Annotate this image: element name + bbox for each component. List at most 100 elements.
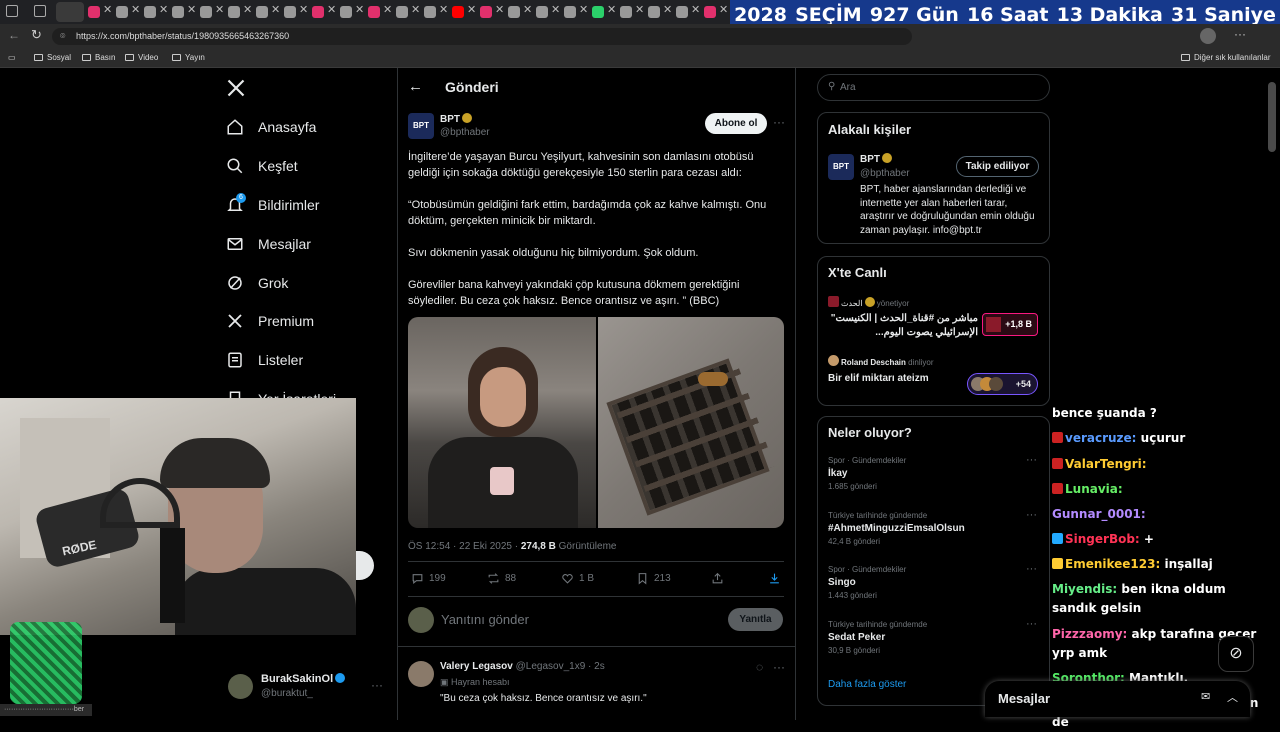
tab-favicon[interactable]	[592, 6, 604, 18]
repost-action[interactable]: 88	[487, 572, 516, 585]
other-bookmarks[interactable]: Diğer sık kullanılanlar	[1181, 53, 1270, 62]
following-button[interactable]: Takip ediliyor	[956, 156, 1039, 177]
chevron-up-icon[interactable]: ︿	[1227, 689, 1238, 705]
tab-close-icon[interactable]: ✕	[607, 3, 616, 16]
tab-favicon[interactable]	[508, 6, 520, 18]
site-info-icon[interactable]: ⌾	[60, 28, 65, 45]
bookmark-folder-video[interactable]: Video	[125, 53, 158, 62]
tab-favicon[interactable]	[284, 6, 296, 18]
nav-messages[interactable]: Mesajlar	[226, 231, 311, 257]
bookmark-folder-sosyal[interactable]: Sosyal	[34, 53, 71, 62]
show-more-link[interactable]: Daha fazla göster	[828, 679, 906, 690]
reload-icon[interactable]: ↻	[31, 27, 42, 43]
page-scrollbar[interactable]	[1268, 82, 1276, 152]
tab-close-icon[interactable]: ✕	[271, 3, 280, 16]
tab-close-icon[interactable]: ✕	[691, 3, 700, 16]
trend-item[interactable]: Türkiye tarihinde gündemde #AhmetMinguzzi…	[828, 509, 1040, 546]
grok-floating-icon[interactable]: ⊘	[1218, 636, 1254, 672]
chat-username[interactable]: Gunnar_0001:	[1052, 507, 1146, 521]
chat-username[interactable]: Pizzzaomy:	[1052, 627, 1127, 641]
tab-close-icon[interactable]: ✕	[579, 3, 588, 16]
tab-favicon[interactable]	[396, 6, 408, 18]
search-box[interactable]: ⚲ Ara	[817, 74, 1050, 101]
x-logo-icon[interactable]	[226, 78, 246, 103]
tab-favicon[interactable]	[172, 6, 184, 18]
reply-action[interactable]: 199	[411, 572, 446, 585]
account-avatar[interactable]	[228, 674, 253, 699]
address-bar[interactable]: ⌾ https://x.com/bpthaber/status/19809356…	[52, 28, 912, 45]
tab-close-icon[interactable]: ✕	[635, 3, 644, 16]
account-more-icon[interactable]: ···	[371, 678, 383, 692]
nav-grok[interactable]: Grok	[226, 270, 288, 296]
nav-home[interactable]: Anasayfa	[226, 114, 316, 140]
trend-item[interactable]: Türkiye tarihinde gündemde Sedat Peker 30,…	[828, 618, 1040, 655]
tab-favicon[interactable]	[620, 6, 632, 18]
chat-username[interactable]: SingerBob:	[1065, 532, 1140, 546]
menu-dots-icon[interactable]: ···	[1234, 27, 1246, 41]
tab-actions-icon[interactable]	[34, 5, 46, 17]
author-name[interactable]: BPT	[440, 113, 472, 125]
tab-favicon[interactable]	[536, 6, 548, 18]
live-count-2[interactable]: +54	[967, 373, 1038, 395]
tab-favicon[interactable]	[424, 6, 436, 18]
chat-username[interactable]: Miyendis:	[1052, 582, 1117, 596]
nav-explore[interactable]: Keşfet	[226, 153, 298, 179]
account-name[interactable]: BurakSakinOl	[261, 673, 346, 685]
tab-favicon[interactable]	[228, 6, 240, 18]
reply-more-icon[interactable]: ···	[773, 660, 785, 674]
bookmark-folder-basin[interactable]: Basın	[82, 53, 115, 62]
tab-close-icon[interactable]: ✕	[523, 3, 532, 16]
tab-close-icon[interactable]: ✕	[103, 3, 112, 16]
tab-favicon[interactable]	[200, 6, 212, 18]
like-action[interactable]: 1 B	[561, 572, 594, 585]
live-text-2[interactable]: Bir elif miktarı ateizm	[828, 373, 929, 384]
live-host-1[interactable]: الحدث yönetiyor	[828, 296, 909, 308]
tab-favicon[interactable]	[144, 6, 156, 18]
trend-more-icon[interactable]: ···	[1026, 509, 1037, 521]
tab-favicon[interactable]	[340, 6, 352, 18]
share-action[interactable]	[711, 572, 729, 585]
tab-favicon[interactable]	[368, 6, 380, 18]
tab-close-icon[interactable]: ✕	[495, 3, 504, 16]
back-arrow-icon[interactable]: ←	[408, 78, 423, 95]
tab-close-icon[interactable]: ✕	[551, 3, 560, 16]
related-name[interactable]: BPT	[860, 153, 892, 165]
live-count-1[interactable]: +1,8 B	[982, 313, 1038, 336]
messages-drawer[interactable]: Mesajlar ✉ ︿	[985, 681, 1250, 717]
post-image-drain[interactable]	[598, 317, 784, 528]
tab-close-icon[interactable]: ✕	[299, 3, 308, 16]
nav-premium[interactable]: Premium	[226, 308, 314, 334]
grok-explain-icon[interactable]: ◌	[756, 660, 763, 674]
profile-avatar[interactable]	[1200, 28, 1216, 44]
tab-close-icon[interactable]: ✕	[663, 3, 672, 16]
active-tab[interactable]	[56, 2, 84, 22]
tab-favicon[interactable]	[648, 6, 660, 18]
reply-author[interactable]: Valery Legasov	[440, 661, 513, 672]
tab-close-icon[interactable]: ✕	[719, 3, 728, 16]
new-message-icon[interactable]: ✉	[1201, 690, 1210, 703]
tab-close-icon[interactable]: ✕	[439, 3, 448, 16]
tab-favicon[interactable]	[452, 6, 464, 18]
bookmark-icon[interactable]: ▭	[8, 53, 16, 62]
nav-lists[interactable]: Listeler	[226, 347, 303, 373]
chat-username[interactable]: veracruze:	[1065, 431, 1136, 445]
reply-avatar[interactable]	[408, 661, 434, 687]
tab-close-icon[interactable]: ✕	[215, 3, 224, 16]
tab-close-icon[interactable]: ✕	[467, 3, 476, 16]
tab-favicon[interactable]	[704, 6, 716, 18]
download-action[interactable]	[768, 572, 786, 585]
live-text-1[interactable]: مباشر من #قناة_الحدث | الكنيست" الإسرائي…	[828, 312, 978, 340]
tab-favicon[interactable]	[88, 6, 100, 18]
trend-more-icon[interactable]: ···	[1026, 563, 1037, 575]
tab-favicon[interactable]	[256, 6, 268, 18]
trend-item[interactable]: Spor · Gündemdekiler İkay 1.685 gönderi ···	[828, 454, 1040, 491]
tab-favicon[interactable]	[564, 6, 576, 18]
tab-close-icon[interactable]: ✕	[131, 3, 140, 16]
tab-close-icon[interactable]: ✕	[355, 3, 364, 16]
chat-username[interactable]: ValarTengri:	[1065, 457, 1147, 471]
trend-more-icon[interactable]: ···	[1026, 454, 1037, 466]
chat-username[interactable]: Lunavia:	[1065, 482, 1123, 496]
tab-close-icon[interactable]: ✕	[411, 3, 420, 16]
live-host-2[interactable]: Roland Deschain dinliyor	[828, 355, 933, 367]
tab-close-icon[interactable]: ✕	[327, 3, 336, 16]
